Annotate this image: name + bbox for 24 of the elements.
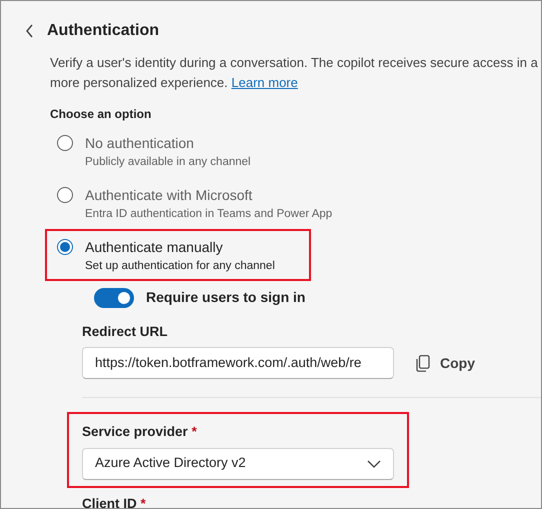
option-label: Authenticate manually (85, 238, 224, 257)
radio-button[interactable] (57, 239, 73, 255)
field-label: Redirect URL (82, 323, 169, 341)
chevron-down-icon (367, 460, 381, 468)
option-label: Authenticate with Microsoft (85, 186, 254, 205)
provider-dropdown[interactable]: Azure Active Directory v2 (82, 448, 394, 480)
section-label: Choose an option (50, 106, 152, 123)
radio-button[interactable] (57, 187, 73, 203)
toggle-label: Require users to sign in (146, 288, 306, 307)
description-text: Verify a user's identity during a conversation. The copilot receives secure access in a more personalized experience. Learn more (50, 54, 539, 92)
option-hint: Publicly available in any channel (85, 155, 251, 170)
back-icon[interactable] (25, 24, 35, 38)
url-field[interactable]: https://token.botframework.com/.auth/web/re (82, 347, 394, 380)
copy-icon (416, 354, 430, 372)
field-label: Client ID * (82, 494, 147, 508)
option-label: No authentication (85, 134, 195, 153)
learn-more-link[interactable]: Learn more (231, 75, 298, 90)
field-label: Service provider * (82, 423, 198, 442)
page-title: Authentication (47, 21, 159, 41)
toggle-switch[interactable] (94, 288, 134, 308)
radio-button[interactable] (57, 135, 73, 151)
option-hint: Entra ID authentication in Teams and Power App (85, 207, 332, 222)
copy-button[interactable]: Copy (410, 348, 481, 378)
option-hint: Set up authentication for any channel (85, 259, 275, 274)
